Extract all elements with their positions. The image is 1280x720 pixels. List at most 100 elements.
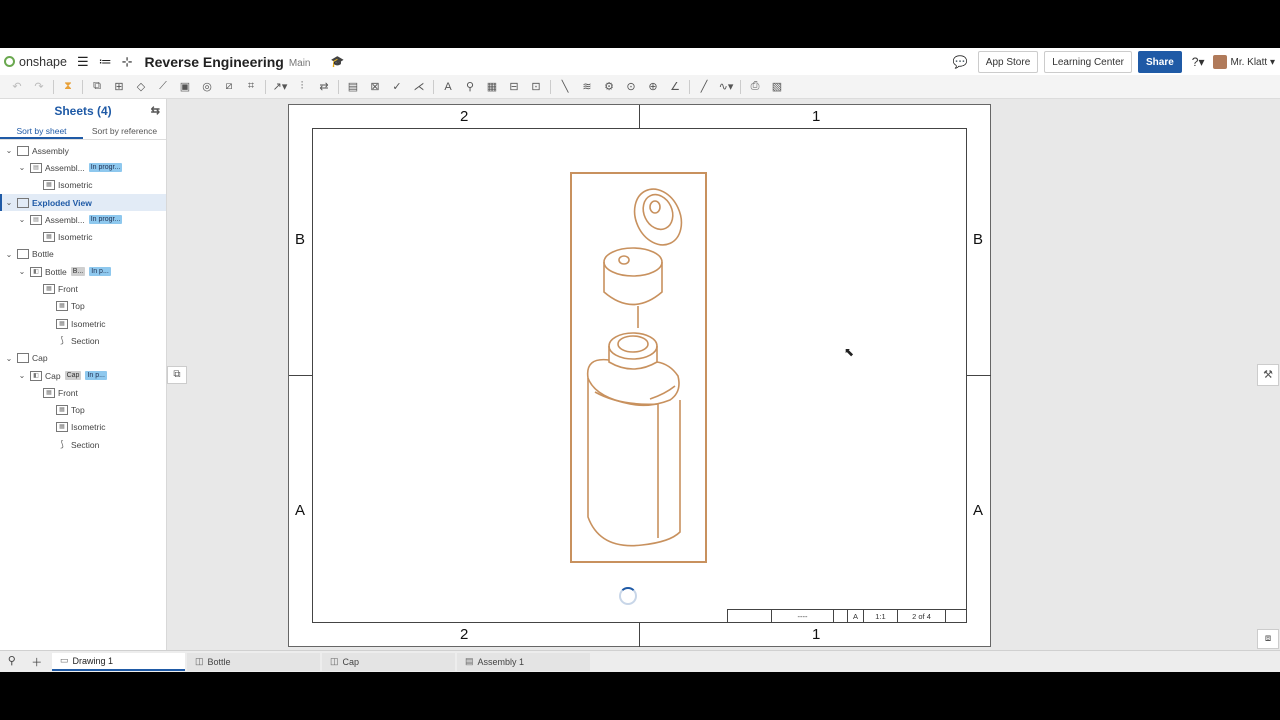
tree-item[interactable]: ▦ Isometric bbox=[0, 419, 166, 436]
table-icon[interactable]: ▦ bbox=[481, 80, 503, 93]
datum-icon[interactable]: ⊠ bbox=[364, 80, 386, 93]
title-block-size: A bbox=[848, 610, 864, 622]
menu-icon[interactable]: ☰ bbox=[77, 55, 89, 68]
tree-item[interactable]: ▦ Front bbox=[0, 280, 166, 297]
leader-icon[interactable]: ⋌ bbox=[408, 80, 430, 93]
section-view-icon[interactable]: ⟋ bbox=[152, 80, 174, 93]
sheets-panel: Sheets (4) ⇆ Sort by sheet Sort by refer… bbox=[0, 99, 167, 650]
tree-item[interactable]: ▦ Top bbox=[0, 401, 166, 418]
tab-cap[interactable]: ◫ Cap bbox=[322, 652, 455, 671]
tree-item[interactable]: ▦ Top bbox=[0, 298, 166, 315]
tree-item[interactable]: ⟆ Section bbox=[0, 436, 166, 453]
add-tab-icon[interactable]: ＋ bbox=[31, 654, 42, 670]
centerline-icon[interactable]: ╲ bbox=[554, 80, 576, 93]
tree-item[interactable]: ▦ Isometric bbox=[0, 315, 166, 332]
avatar[interactable] bbox=[1212, 55, 1227, 69]
hourglass-icon[interactable]: ⧗ bbox=[57, 80, 79, 93]
tree-item[interactable]: ⌄ ▤ Assembl... In progr... bbox=[0, 211, 166, 228]
tab-assembly-1[interactable]: ▤ Assembly 1 bbox=[457, 652, 590, 671]
note-icon[interactable]: ▤ bbox=[342, 80, 364, 93]
branch-name[interactable]: Main bbox=[289, 58, 311, 69]
drawing-canvas[interactable]: ⧉ 2 1 2 1 B A B A ---- A 1:1 2 of 4 ⬉ ⚒ … bbox=[167, 99, 1280, 650]
drawing-sheet[interactable]: 2 1 2 1 B A B A ---- A 1:1 2 of 4 bbox=[288, 104, 991, 647]
crop-view-icon[interactable]: ⧄ bbox=[218, 80, 240, 93]
tree-item[interactable]: ▦ Isometric bbox=[0, 228, 166, 245]
angle-icon[interactable]: ∠ bbox=[664, 80, 686, 93]
tab-drawing-1[interactable]: ▭ Drawing 1 bbox=[52, 652, 185, 671]
line-icon[interactable]: ╱ bbox=[693, 80, 715, 93]
tree-item[interactable]: ⌄ ◧ Cap Cap In p... bbox=[0, 367, 166, 384]
tree-item[interactable]: ⌄ ◧ Bottle B... In p... bbox=[0, 263, 166, 280]
chevron-down-icon[interactable]: ⌄ bbox=[4, 198, 14, 207]
restore-panel-icon[interactable]: ⧉ bbox=[167, 366, 187, 384]
auxiliary-view-icon[interactable]: ◇ bbox=[130, 80, 152, 93]
tab-filter-icon[interactable]: ⚲ bbox=[8, 654, 16, 670]
undo-icon[interactable]: ↶ bbox=[6, 80, 28, 93]
zone-bottom-2: 2 bbox=[460, 626, 469, 643]
tab-sort-by-sheet[interactable]: Sort by sheet bbox=[0, 123, 83, 139]
tree-item[interactable]: ▦ Front bbox=[0, 384, 166, 401]
dimension-icon[interactable]: ↗▾ bbox=[269, 80, 291, 93]
chevron-down-icon[interactable]: ⌄ bbox=[4, 354, 14, 363]
config-badge: Cap bbox=[64, 371, 82, 380]
share-button[interactable]: Share bbox=[1137, 51, 1182, 73]
help-icon[interactable]: ?▾ bbox=[1192, 55, 1205, 69]
tree-item[interactable]: ⌄ Bottle bbox=[0, 246, 166, 263]
check-icon[interactable]: ✓ bbox=[386, 80, 408, 93]
callout-icon[interactable]: ⚲ bbox=[459, 80, 481, 93]
chevron-down-icon[interactable]: ⌄ bbox=[4, 250, 14, 259]
chevron-down-icon[interactable]: ⌄ bbox=[17, 215, 27, 224]
detail-view-icon[interactable]: ▣ bbox=[174, 80, 196, 93]
collapse-panel-icon[interactable]: ⇆ bbox=[151, 104, 160, 117]
hatch-icon[interactable]: ≋ bbox=[576, 80, 598, 93]
graduation-cap-icon[interactable]: 🎓 bbox=[331, 55, 345, 68]
image-icon[interactable]: ▧ bbox=[766, 80, 788, 93]
insert-icon[interactable]: ⊹ bbox=[122, 55, 133, 68]
app-store-button[interactable]: App Store bbox=[977, 51, 1039, 73]
insert-view-icon[interactable]: ⧉ bbox=[86, 80, 108, 93]
hole-table-icon[interactable]: ⊡ bbox=[525, 80, 547, 93]
broken-view-icon[interactable]: ◎ bbox=[196, 80, 218, 93]
tree-item[interactable]: ⟆ Section bbox=[0, 332, 166, 349]
circle-center-icon[interactable]: ⊕ bbox=[642, 80, 664, 93]
tab-sort-by-reference[interactable]: Sort by reference bbox=[83, 123, 166, 139]
tabs-list: ▭ Drawing 1 ◫ Bottle ◫ Cap ▤ Assembly 1 bbox=[50, 652, 590, 671]
chevron-down-icon[interactable]: ⌄ bbox=[17, 267, 27, 276]
tree-item[interactable]: ▦ Isometric bbox=[0, 177, 166, 194]
feature-list-icon[interactable]: ≔ bbox=[99, 55, 112, 68]
exploded-bottle-view[interactable] bbox=[570, 172, 707, 563]
document-title[interactable]: Reverse Engineering bbox=[145, 54, 284, 70]
baseline-icon[interactable]: ⫶ bbox=[291, 80, 313, 93]
export-icon[interactable]: ⎙ bbox=[744, 80, 766, 93]
title-block[interactable]: ---- A 1:1 2 of 4 bbox=[727, 609, 967, 623]
centermark-icon[interactable]: ⊙ bbox=[620, 80, 642, 93]
gear-icon[interactable]: ⚙ bbox=[598, 80, 620, 93]
crop-icon[interactable]: ⌗ bbox=[240, 80, 262, 93]
redo-icon[interactable]: ↷ bbox=[28, 80, 50, 93]
tree-item[interactable]: ⌄ Assembly bbox=[0, 142, 166, 159]
tab-bottle[interactable]: ◫ Bottle bbox=[187, 652, 320, 671]
spline-icon[interactable]: ∿▾ bbox=[715, 80, 737, 93]
chevron-down-icon[interactable]: ⌄ bbox=[17, 163, 27, 172]
bom-icon[interactable]: ⊟ bbox=[503, 80, 525, 93]
comment-icon[interactable]: 💬 bbox=[953, 55, 968, 69]
document-tabs: ⚲ ＋ ▭ Drawing 1 ◫ Bottle ◫ Cap ▤ Assembly 1 bbox=[0, 650, 1280, 672]
tools-panel-icon[interactable]: ⚒ bbox=[1257, 364, 1279, 386]
tree-item-label: Cap bbox=[32, 353, 48, 364]
zone-divider bbox=[639, 623, 640, 647]
onshape-logo[interactable]: onshape bbox=[4, 55, 67, 69]
learning-center-button[interactable]: Learning Center bbox=[1044, 51, 1132, 73]
projected-view-icon[interactable]: ⊞ bbox=[108, 80, 130, 93]
zone-left-b: B bbox=[295, 231, 306, 248]
status-badge: In p... bbox=[89, 267, 111, 277]
toolbar-divider bbox=[82, 79, 83, 94]
chevron-down-icon[interactable]: ⌄ bbox=[17, 371, 27, 380]
layers-icon[interactable]: ⧈ bbox=[1257, 629, 1279, 649]
chevron-down-icon[interactable]: ⌄ bbox=[4, 146, 14, 155]
ordinate-icon[interactable]: ⇄ bbox=[313, 80, 335, 93]
user-menu[interactable]: Mr. Klatt ▾ bbox=[1231, 57, 1276, 68]
tree-item[interactable]: ⌄ Exploded View bbox=[0, 193, 166, 212]
text-icon[interactable]: A bbox=[437, 81, 459, 93]
tree-item[interactable]: ⌄ ▤ Assembl... In progr... bbox=[0, 159, 166, 176]
tree-item[interactable]: ⌄ Cap bbox=[0, 350, 166, 367]
